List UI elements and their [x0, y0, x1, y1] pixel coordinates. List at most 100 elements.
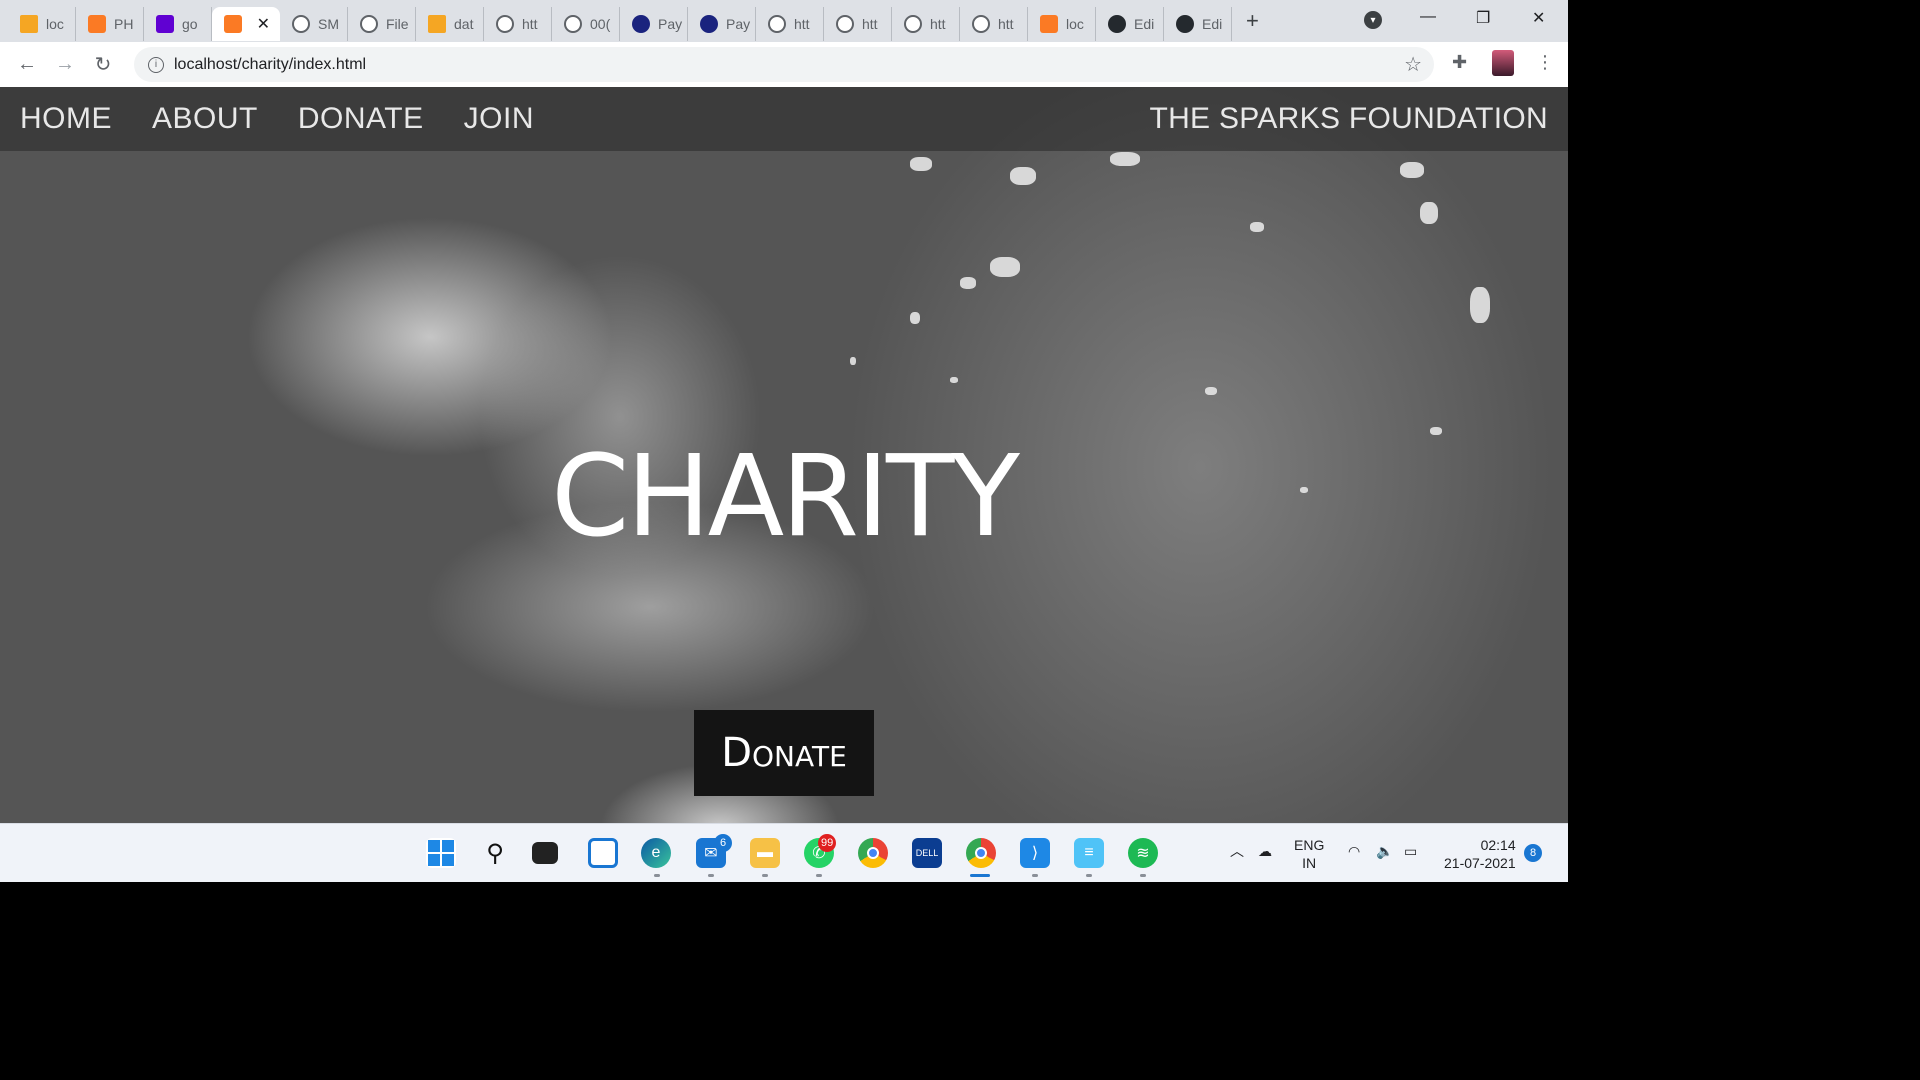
chrome-profile-icon[interactable] — [966, 838, 996, 868]
tab-label: htt — [862, 16, 878, 32]
clock-date: 21-07-2021 — [1444, 855, 1516, 871]
search-icon[interactable]: ⚲ — [480, 838, 510, 868]
file-explorer-icon[interactable]: ▬ — [750, 838, 780, 868]
browser-tab[interactable]: dat — [416, 7, 484, 41]
address-url[interactable]: localhost/charity/index.html — [174, 56, 366, 74]
notification-count-badge[interactable]: 8 — [1524, 844, 1542, 862]
close-window-icon[interactable]: ✕ — [1532, 8, 1545, 28]
minimize-icon[interactable]: — — [1420, 8, 1436, 26]
browser-tab[interactable]: htt — [756, 7, 824, 41]
brand-name[interactable]: THE SPARKS FOUNDATION — [1149, 102, 1548, 136]
globe-icon — [564, 15, 582, 33]
browser-toolbar: ← → ↻ i localhost/charity/index.html ☆ ✚… — [0, 42, 1568, 87]
forward-icon[interactable]: → — [46, 53, 84, 76]
browser-tab[interactable]: SM — [280, 7, 348, 41]
start-windows-icon[interactable] — [426, 838, 456, 868]
nav-link-donate[interactable]: DONATE — [298, 102, 424, 136]
back-icon[interactable]: ← — [8, 53, 46, 76]
browser-tab[interactable]: Edi — [1096, 7, 1164, 41]
photo-speck — [910, 312, 920, 324]
tab-label: htt — [522, 16, 538, 32]
photo-speck — [910, 157, 932, 171]
photo-speck — [1250, 222, 1264, 232]
phpmyadmin-icon — [428, 15, 446, 33]
tab-label: 00( — [590, 16, 611, 32]
browser-tab[interactable]: go — [144, 7, 212, 41]
browser-menu-icon[interactable]: ⋮ — [1536, 52, 1554, 73]
bookmark-star-icon[interactable]: ☆ — [1404, 52, 1422, 77]
browser-tab[interactable]: Edi — [1164, 7, 1232, 41]
notepad-running-dot — [1086, 874, 1092, 877]
whatsapp-running-dot — [816, 874, 822, 877]
browser-tab[interactable]: htt — [892, 7, 960, 41]
restore-icon[interactable]: ❐ — [1476, 8, 1490, 28]
wifi-icon[interactable]: ◠ — [1348, 842, 1360, 860]
browser-tab[interactable]: 00( — [552, 7, 620, 41]
xampp-icon — [1040, 15, 1058, 33]
reload-icon[interactable]: ↻ — [84, 52, 122, 77]
yahoo-icon — [156, 15, 174, 33]
address-bar[interactable]: i localhost/charity/index.html ☆ — [134, 47, 1434, 82]
browser-tab[interactable]: Pay — [620, 7, 688, 41]
github-icon — [1176, 15, 1194, 33]
clock[interactable]: 02:14 21-07-2021 — [1444, 836, 1516, 872]
edge-running-dot — [654, 874, 660, 877]
browser-tab[interactable]: htt — [824, 7, 892, 41]
language-region: IN — [1302, 855, 1317, 871]
clock-time: 02:14 — [1480, 837, 1516, 853]
spotify-icon[interactable]: ≋ — [1128, 838, 1158, 868]
language-code: ENG — [1294, 837, 1325, 853]
tab-label: loc — [1066, 16, 1084, 32]
battery-icon[interactable]: ▭ — [1404, 842, 1417, 860]
photo-speck — [1420, 202, 1438, 224]
volume-icon[interactable]: 🔈 — [1376, 842, 1393, 860]
browser-tab[interactable]: htt — [960, 7, 1028, 41]
spotify-running-dot — [1140, 874, 1146, 877]
tab-label: SM — [318, 16, 339, 32]
nav-link-about[interactable]: ABOUT — [152, 102, 258, 136]
browser-tab[interactable]: Pay — [688, 7, 756, 41]
nav-link-home[interactable]: HOME — [20, 102, 112, 136]
browser-tab[interactable]: File — [348, 7, 416, 41]
dell-icon[interactable]: DELL — [912, 838, 942, 868]
browser-tab[interactable]: loc — [8, 7, 76, 41]
tab-label: htt — [930, 16, 946, 32]
tab-label: PH — [114, 16, 134, 32]
photo-speck — [950, 377, 958, 383]
globe-icon — [496, 15, 514, 33]
extensions-icon[interactable]: ✚ — [1452, 52, 1467, 73]
notepad-icon[interactable]: ≡ — [1074, 838, 1104, 868]
donate-button[interactable]: Donate — [694, 710, 874, 796]
browser-tab[interactable]: loc — [1028, 7, 1096, 41]
edge-icon[interactable]: e — [641, 838, 671, 868]
onedrive-cloud-icon[interactable]: ☁ — [1258, 842, 1272, 860]
language-indicator[interactable]: ENG IN — [1294, 836, 1324, 872]
widgets-icon[interactable] — [588, 838, 618, 868]
tab-label: Edi — [1202, 16, 1223, 32]
nav-link-join[interactable]: JOIN — [464, 102, 534, 136]
browser-tab[interactable]: htt — [484, 7, 552, 41]
explorer-running-dot — [762, 874, 768, 877]
tab-label: loc — [46, 16, 64, 32]
hero-title: CHARITY — [551, 432, 1020, 562]
photo-speck — [990, 257, 1020, 277]
profile-avatar[interactable] — [1492, 50, 1514, 76]
tab-label: File — [386, 16, 409, 32]
chrome-icon[interactable] — [858, 838, 888, 868]
browser-tab[interactable]: PH — [76, 7, 144, 41]
photo-speck — [960, 277, 976, 289]
windows-taskbar: ⚲ e ✉ 6 ▬ ✆ 99 DELL ⟩ ≡ ≋ ︿ ☁ ENG IN ◠ 🔈… — [0, 823, 1568, 882]
site-info-icon[interactable]: i — [148, 56, 164, 73]
site-navbar: HOME ABOUT DONATE JOIN THE SPARKS FOUNDA… — [0, 87, 1568, 151]
mail-running-dot — [708, 874, 714, 877]
show-hidden-icons-icon[interactable]: ︿ — [1230, 842, 1244, 860]
tab-search-icon[interactable]: ▾ — [1364, 11, 1382, 29]
hero-background-photo: HOME ABOUT DONATE JOIN THE SPARKS FOUNDA… — [0, 87, 1568, 823]
browser-tab[interactable]: ✕ — [212, 7, 280, 41]
close-tab-icon[interactable]: ✕ — [257, 14, 270, 34]
globe-icon — [292, 15, 310, 33]
chrome-active-indicator — [970, 874, 990, 877]
task-view-icon[interactable] — [532, 842, 558, 864]
vscode-icon[interactable]: ⟩ — [1020, 838, 1050, 868]
new-tab-button[interactable]: + — [1246, 8, 1259, 34]
